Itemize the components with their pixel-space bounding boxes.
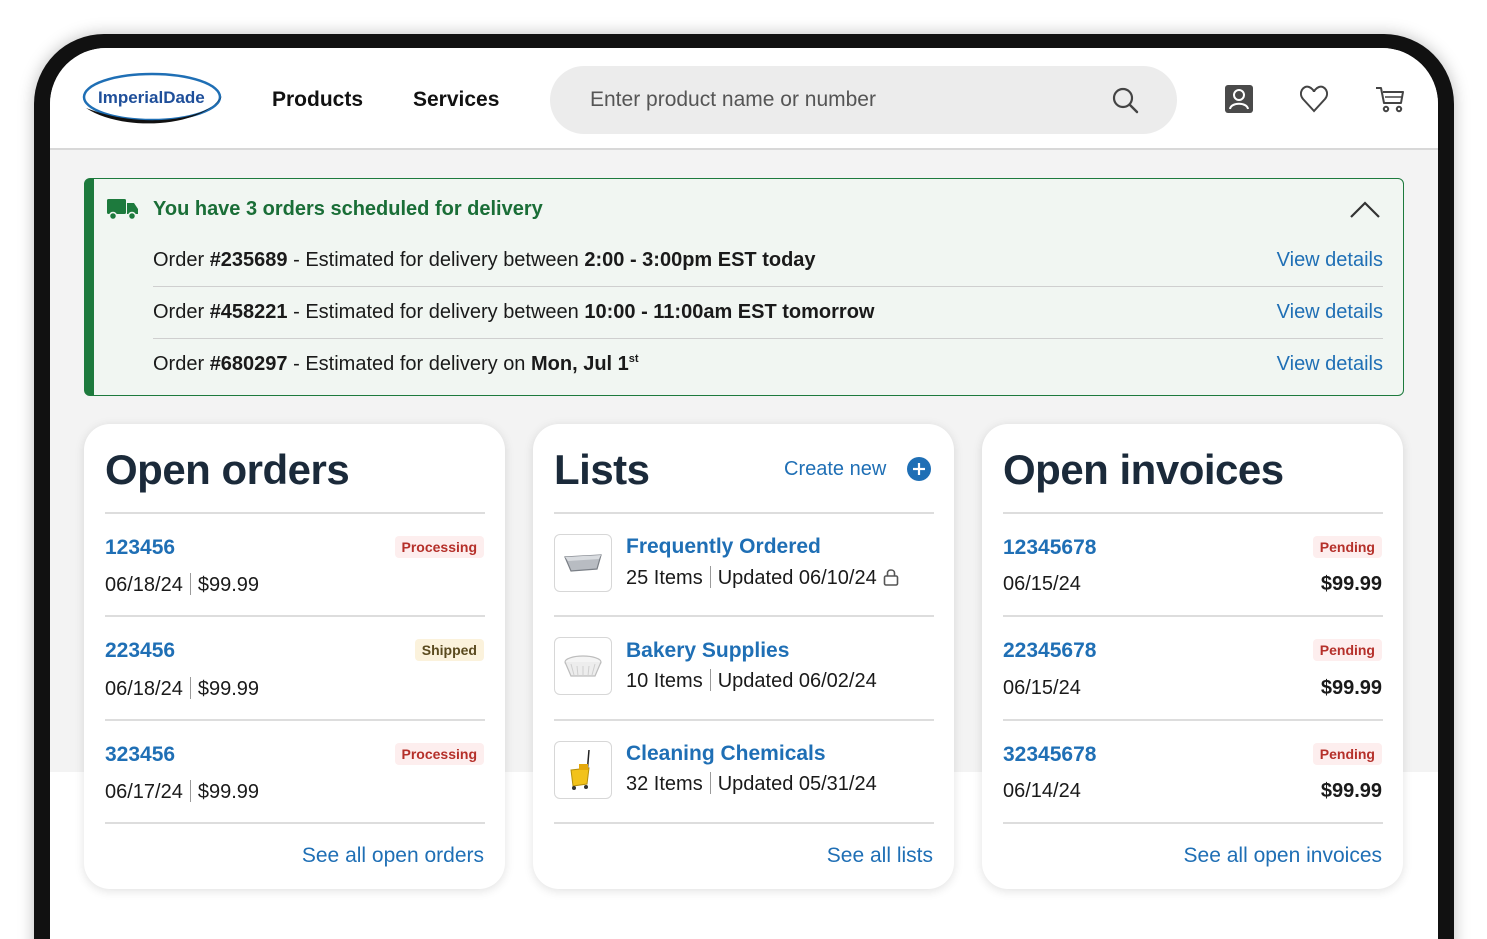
order-meta: 06/18/24 $99.99 bbox=[105, 677, 260, 700]
see-all-lists-link[interactable]: See all lists bbox=[827, 844, 933, 868]
list-meta: 10 Items Updated 06/02/24 bbox=[626, 669, 877, 692]
open-orders-card: Open orders 123456 Processing 06/18/24 $9… bbox=[84, 424, 505, 889]
list-name-link[interactable]: Cleaning Chemicals bbox=[626, 742, 826, 766]
search-bar bbox=[550, 66, 1177, 134]
divider bbox=[1003, 512, 1383, 514]
lists-card: Lists Create new Frequently Ordered 25 I… bbox=[533, 424, 954, 889]
delivery-row-text: Order #680297 - Estimated for delivery o… bbox=[153, 353, 639, 375]
divider bbox=[554, 719, 934, 721]
plus-circle-icon[interactable] bbox=[907, 457, 931, 481]
delivery-row: Order #235689 - Estimated for delivery b… bbox=[153, 235, 1383, 287]
invoice-amount: $99.99 bbox=[1320, 677, 1382, 699]
delivery-window: Mon, Jul 1 bbox=[531, 353, 629, 375]
heart-icon[interactable] bbox=[1299, 84, 1329, 114]
status-badge: Pending bbox=[1312, 743, 1382, 765]
delivery-row: Order #680297 - Estimated for delivery o… bbox=[153, 339, 1383, 391]
chevron-up-icon[interactable] bbox=[1349, 199, 1381, 221]
status-badge: Pending bbox=[1312, 639, 1382, 661]
divider bbox=[105, 615, 485, 617]
open-orders-title: Open orders bbox=[105, 446, 350, 493]
logo-text: ImperialDade bbox=[98, 88, 205, 107]
order-number: #235689 bbox=[209, 249, 288, 271]
list-meta: 32 Items Updated 05/31/24 bbox=[626, 772, 877, 795]
imperialdade-logo[interactable]: ImperialDade bbox=[82, 70, 224, 128]
list-thumbnail[interactable] bbox=[554, 534, 612, 592]
search-icon[interactable] bbox=[1111, 86, 1139, 114]
invoice-amount: $99.99 bbox=[1320, 573, 1382, 595]
view-details-link[interactable]: View details bbox=[1277, 301, 1383, 324]
screen: ImperialDade Products Services Enter pro… bbox=[50, 48, 1438, 939]
nav-products[interactable]: Products bbox=[272, 88, 363, 112]
delivery-banner-title: You have 3 orders scheduled for delivery bbox=[153, 198, 543, 220]
status-badge: Processing bbox=[394, 536, 484, 558]
foil-pan-icon bbox=[564, 554, 602, 572]
delivery-window: 2:00 - 3:00pm EST today bbox=[584, 249, 816, 271]
status-badge: Shipped bbox=[414, 639, 484, 661]
status-badge: Pending bbox=[1312, 536, 1382, 558]
divider bbox=[554, 512, 934, 514]
see-all-open-invoices-link[interactable]: See all open invoices bbox=[1184, 844, 1382, 868]
view-details-link[interactable]: View details bbox=[1277, 353, 1383, 376]
baking-cup-icon bbox=[564, 655, 602, 677]
divider bbox=[554, 822, 934, 824]
invoice-id-link[interactable]: 22345678 bbox=[1003, 639, 1096, 663]
open-invoices-card: Open invoices 12345678 Pending 06/15/24 … bbox=[982, 424, 1403, 889]
lists-title: Lists bbox=[554, 446, 650, 493]
list-thumbnail[interactable] bbox=[554, 637, 612, 695]
divider bbox=[1003, 822, 1383, 824]
lock-icon bbox=[883, 569, 899, 586]
divider bbox=[1003, 615, 1383, 617]
truck-icon bbox=[107, 199, 138, 221]
order-meta: 06/17/24 $99.99 bbox=[105, 780, 260, 803]
order-id-link[interactable]: 323456 bbox=[105, 743, 175, 767]
divider bbox=[105, 719, 485, 721]
invoice-date: 06/14/24 bbox=[1003, 780, 1081, 802]
order-id-link[interactable]: 123456 bbox=[105, 536, 175, 560]
invoice-date: 06/15/24 bbox=[1003, 573, 1081, 595]
divider bbox=[105, 512, 485, 514]
nav-services[interactable]: Services bbox=[413, 88, 499, 112]
delivery-row-text: Order #458221 - Estimated for delivery b… bbox=[153, 301, 875, 323]
open-invoices-title: Open invoices bbox=[1003, 446, 1284, 493]
order-number: #458221 bbox=[209, 301, 288, 323]
create-new-list-link[interactable]: Create new bbox=[784, 458, 886, 481]
mop-bucket-icon bbox=[570, 749, 590, 790]
delivery-row-text: Order #235689 - Estimated for delivery b… bbox=[153, 249, 816, 271]
order-id-link[interactable]: 223456 bbox=[105, 639, 175, 663]
divider bbox=[1003, 719, 1383, 721]
view-details-link[interactable]: View details bbox=[1277, 249, 1383, 272]
order-meta: 06/18/24 $99.99 bbox=[105, 573, 260, 596]
list-thumbnail[interactable] bbox=[554, 741, 612, 799]
invoice-id-link[interactable]: 32345678 bbox=[1003, 743, 1096, 767]
delivery-banner: You have 3 orders scheduled for delivery… bbox=[84, 178, 1404, 396]
see-all-open-orders-link[interactable]: See all open orders bbox=[302, 844, 484, 868]
divider bbox=[105, 822, 485, 824]
search-input[interactable] bbox=[590, 84, 1090, 116]
delivery-row: Order #458221 - Estimated for delivery b… bbox=[153, 287, 1383, 339]
delivery-window: 10:00 - 11:00am EST tomorrow bbox=[584, 301, 875, 323]
status-badge: Processing bbox=[394, 743, 484, 765]
list-name-link[interactable]: Frequently Ordered bbox=[626, 535, 821, 559]
invoice-amount: $99.99 bbox=[1320, 780, 1382, 802]
account-icon[interactable] bbox=[1224, 84, 1254, 114]
cart-icon[interactable] bbox=[1375, 84, 1405, 114]
divider bbox=[554, 615, 934, 617]
invoice-id-link[interactable]: 12345678 bbox=[1003, 536, 1096, 560]
list-name-link[interactable]: Bakery Supplies bbox=[626, 639, 789, 663]
order-number: #680297 bbox=[209, 353, 288, 375]
list-meta: 25 Items Updated 06/10/24 bbox=[626, 566, 899, 590]
site-header: ImperialDade Products Services bbox=[50, 48, 1438, 150]
invoice-date: 06/15/24 bbox=[1003, 677, 1081, 699]
